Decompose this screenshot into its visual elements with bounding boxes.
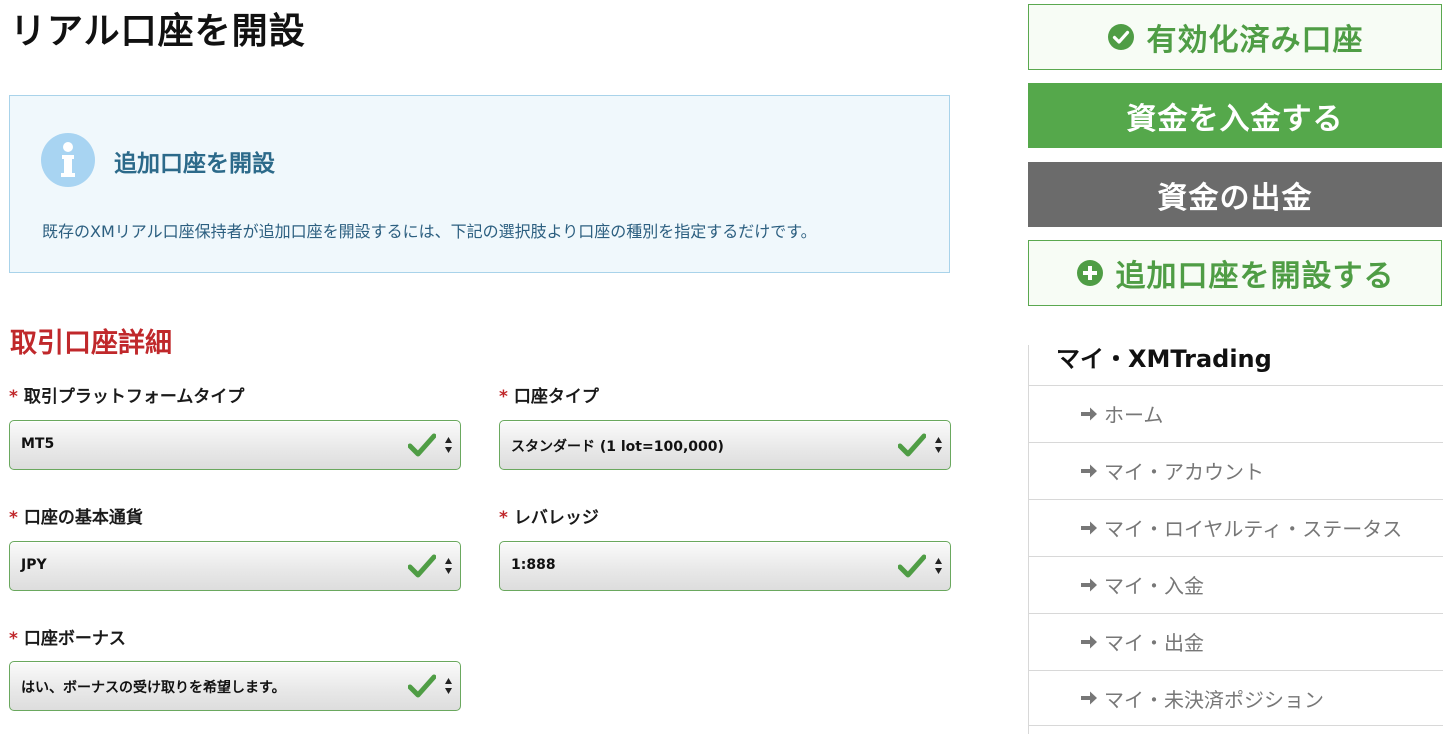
bonus-select[interactable]: はい、ボーナスの受け取りを希望します。	[9, 661, 461, 711]
account-type-value: スタンダード (1 lot=100,000)	[511, 439, 724, 455]
leverage-label: * レバレッジ	[499, 508, 599, 528]
required-mark: *	[9, 508, 18, 528]
leverage-value: 1:888	[511, 557, 556, 573]
currency-value: JPY	[21, 557, 47, 573]
arrow-right-icon	[1081, 407, 1097, 420]
nav-item-open-positions[interactable]: マイ・未決済ポジション	[1029, 670, 1443, 726]
arrow-right-icon	[1081, 635, 1097, 648]
arrow-right-icon	[1081, 578, 1097, 591]
platform-label: * 取引プラットフォームタイプ	[9, 387, 245, 407]
select-arrows-icon	[445, 437, 452, 453]
nav-item-deposit[interactable]: マイ・入金	[1029, 556, 1443, 612]
required-mark: *	[499, 387, 508, 407]
select-arrows-icon	[935, 558, 942, 574]
required-mark: *	[9, 629, 18, 649]
platform-select[interactable]: MT5	[9, 420, 461, 470]
verified-account-button[interactable]: 有効化済み口座	[1028, 4, 1442, 70]
required-mark: *	[499, 508, 508, 528]
plus-circle-icon	[1076, 260, 1103, 286]
check-icon	[408, 554, 436, 578]
account-type-label: * 口座タイプ	[499, 387, 599, 407]
deposit-button[interactable]: 資金を入金する	[1028, 83, 1442, 148]
info-box: 追加口座を開設 既存のXMリアル口座保持者が追加口座を開設するには、下記の選択肢…	[9, 95, 950, 273]
required-mark: *	[9, 387, 18, 407]
withdraw-label: 資金の出金	[1157, 180, 1313, 216]
nav-item-home[interactable]: ホーム	[1029, 385, 1443, 441]
withdraw-button[interactable]: 資金の出金	[1028, 162, 1442, 227]
deposit-label: 資金を入金する	[1126, 101, 1344, 137]
side-nav: マイ・XMTrading ホーム マイ・アカウント マイ・ロイヤルティ・ステータ…	[1028, 345, 1443, 734]
nav-item-my-account[interactable]: マイ・アカウント	[1029, 442, 1443, 498]
currency-label: * 口座の基本通貨	[9, 508, 143, 528]
info-title: 追加口座を開設	[114, 151, 275, 177]
leverage-select[interactable]: 1:888	[499, 541, 951, 591]
check-icon	[898, 554, 926, 578]
select-arrows-icon	[445, 558, 452, 574]
section-title: 取引口座詳細	[10, 328, 172, 359]
nav-item-withdrawal[interactable]: マイ・出金	[1029, 613, 1443, 669]
bonus-value: はい、ボーナスの受け取りを希望します。	[21, 680, 286, 696]
arrow-right-icon	[1081, 464, 1097, 477]
info-icon	[41, 133, 95, 187]
check-circle-icon	[1107, 24, 1134, 50]
select-arrows-icon	[935, 437, 942, 453]
check-icon	[408, 433, 436, 457]
side-nav-title: マイ・XMTrading	[1056, 345, 1272, 373]
arrow-right-icon	[1081, 521, 1097, 534]
add-account-button[interactable]: 追加口座を開設する	[1028, 240, 1442, 306]
add-account-label: 追加口座を開設する	[1115, 259, 1395, 294]
page-title: リアル口座を開設	[10, 11, 306, 52]
account-type-select[interactable]: スタンダード (1 lot=100,000)	[499, 420, 951, 470]
select-arrows-icon	[445, 678, 452, 694]
nav-item-loyalty-status[interactable]: マイ・ロイヤルティ・ステータス	[1029, 499, 1443, 555]
check-icon	[408, 674, 436, 698]
check-icon	[898, 433, 926, 457]
info-text: 既存のXMリアル口座保持者が追加口座を開設するには、下記の選択肢より口座の種別を…	[42, 222, 817, 241]
bonus-label: * 口座ボーナス	[9, 629, 126, 649]
currency-select[interactable]: JPY	[9, 541, 461, 591]
arrow-right-icon	[1081, 691, 1097, 705]
verified-account-label: 有効化済み口座	[1146, 23, 1364, 58]
platform-value: MT5	[21, 436, 55, 452]
